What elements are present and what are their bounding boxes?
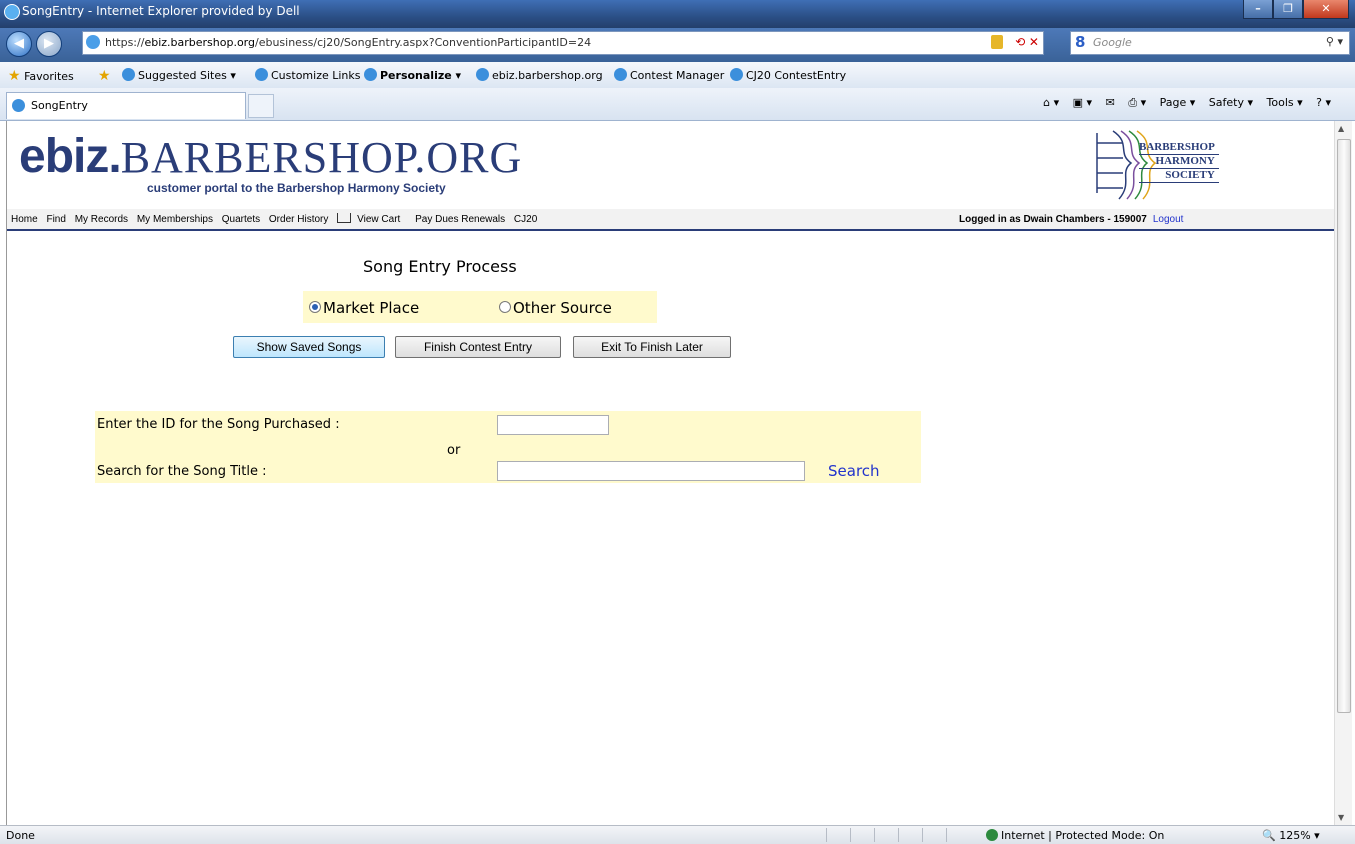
favorites-button[interactable]: ★ Favorites [8,68,74,84]
bhs-logo-text: BARBERSHOP HARMONY SOCIETY [1139,141,1219,183]
close-button[interactable]: ✕ [1303,0,1349,19]
google-logo-icon: 8 [1075,33,1086,51]
zoom-level[interactable]: 🔍 125% ▾ [1262,829,1320,842]
radio-unselected-icon[interactable] [499,301,511,313]
menu-my-memberships[interactable]: My Memberships [137,214,213,225]
add-favorite-icon[interactable]: ★ [98,68,111,84]
zoom-icon: 🔍 [1262,829,1276,842]
home-icon[interactable]: ⌂ ▾ [1043,96,1059,109]
page-title: Song Entry Process [363,257,517,276]
menu-my-records[interactable]: My Records [75,214,128,225]
radio-other-source[interactable]: Other Source [499,299,612,317]
exit-to-finish-later-button[interactable]: Exit To Finish Later [573,336,731,358]
show-saved-songs-button[interactable]: Show Saved Songs [233,336,385,358]
menu-cj20[interactable]: CJ20 [514,214,537,225]
song-search-panel: Enter the ID for the Song Purchased : or… [95,411,921,483]
status-separator [922,828,923,842]
search-box[interactable]: 8 Google ⚲ ▾ [1070,31,1350,55]
tab-row: SongEntry ⌂ ▾ ▣ ▾ ✉ ⎙ ▾ Page ▾ Safety ▾ … [0,88,1355,121]
logout-link[interactable]: Logout [1153,214,1184,225]
favorites-bar: ★ Favorites ★ Suggested Sites ▾ Customiz… [0,62,1355,89]
maximize-button[interactable]: ❐ [1273,0,1303,19]
command-bar: ⌂ ▾ ▣ ▾ ✉ ⎙ ▾ Page ▾ Safety ▾ Tools ▾ ? … [1033,96,1331,110]
fav-personalize[interactable]: Personalize ▾ [364,68,461,82]
search-link[interactable]: Search [828,462,880,480]
status-separator [826,828,827,842]
ie-logo-icon [4,4,20,20]
status-bar: Done Internet | Protected Mode: On 🔍 125… [0,825,1355,844]
help-icon[interactable]: ? ▾ [1316,96,1331,109]
page-menu[interactable]: Page ▾ [1160,96,1196,109]
search-input[interactable]: Google [1093,36,1132,49]
fav-customize-links[interactable]: Customize Links [255,68,361,82]
scroll-down-icon[interactable]: ▼ [1338,813,1344,822]
tools-menu[interactable]: Tools ▾ [1267,96,1303,109]
star-icon: ★ [8,68,21,84]
globe-icon [986,829,998,841]
fav-contest-manager[interactable]: Contest Manager [614,68,724,82]
menu-order-history[interactable]: Order History [269,214,328,225]
cart-icon [337,213,352,223]
finish-contest-entry-button[interactable]: Finish Contest Entry [395,336,561,358]
scrollbar-thumb[interactable] [1337,139,1351,713]
tab-songentry[interactable]: SongEntry [6,92,246,119]
address-url[interactable]: https://ebiz.barbershop.org/ebusiness/cj… [105,36,591,49]
song-id-input[interactable] [497,415,609,435]
song-title-label: Search for the Song Title : [97,464,267,479]
ie-tab-icon [12,99,25,112]
ebiz-logo[interactable]: ebiz.BARBERSHOP.ORG customer portal to t… [19,129,522,195]
song-title-input[interactable] [497,461,805,481]
menu-home[interactable]: Home [11,214,38,225]
refresh-stop-icon[interactable]: ⟲ ✕ [1015,35,1039,49]
address-bar[interactable]: https://ebiz.barbershop.org/ebusiness/cj… [82,31,1044,55]
window-title: SongEntry - Internet Explorer provided b… [22,4,300,18]
print-icon[interactable]: ⎙ ▾ [1128,96,1146,109]
mail-icon[interactable]: ✉ [1106,96,1115,109]
or-label: or [447,443,461,458]
status-separator [946,828,947,842]
site-menu: Home Find My Records My Memberships Quar… [7,209,1335,231]
fav-cj20-contestentry[interactable]: CJ20 ContestEntry [730,68,846,82]
page-icon [86,35,100,49]
security-zone[interactable]: Internet | Protected Mode: On [986,829,1164,842]
minimize-button[interactable]: – [1243,0,1273,19]
fav-ebiz[interactable]: ebiz.barbershop.org [476,68,603,82]
source-radio-group: Market Place Other Source [303,291,657,323]
new-tab-button[interactable] [248,94,274,118]
safety-menu[interactable]: Safety ▾ [1209,96,1253,109]
back-button[interactable]: ◀ [6,31,32,57]
site-tagline: customer portal to the Barbershop Harmon… [147,181,446,195]
lock-icon[interactable] [991,35,1003,49]
menu-quartets[interactable]: Quartets [222,214,260,225]
status-separator [898,828,899,842]
radio-market-place[interactable]: Market Place [309,299,419,317]
site-header: ebiz.BARBERSHOP.ORG customer portal to t… [7,121,1335,209]
search-icon[interactable]: ⚲ ▾ [1326,35,1343,48]
feeds-icon[interactable]: ▣ ▾ [1073,96,1092,109]
login-status: Logged in as Dwain Chambers - 159007 Logo… [959,214,1184,225]
status-separator [874,828,875,842]
navigation-bar: ◀ ▶ https://ebiz.barbershop.org/ebusines… [0,28,1355,62]
menu-find[interactable]: Find [46,214,65,225]
scroll-up-icon[interactable]: ▲ [1338,124,1344,133]
radio-selected-icon[interactable] [309,301,321,313]
window-titlebar: SongEntry - Internet Explorer provided b… [0,0,1355,28]
status-text: Done [6,829,35,842]
vertical-scrollbar[interactable]: ▲ ▼ [1334,121,1352,825]
status-separator [850,828,851,842]
page-content: ebiz.BARBERSHOP.ORG customer portal to t… [6,121,1335,825]
menu-pay-dues[interactable]: Pay Dues Renewals [415,214,505,225]
menu-view-cart[interactable]: View Cart [337,213,406,225]
forward-button[interactable]: ▶ [36,31,62,57]
fav-suggested-sites[interactable]: Suggested Sites ▾ [122,68,236,82]
song-id-label: Enter the ID for the Song Purchased : [97,417,340,432]
